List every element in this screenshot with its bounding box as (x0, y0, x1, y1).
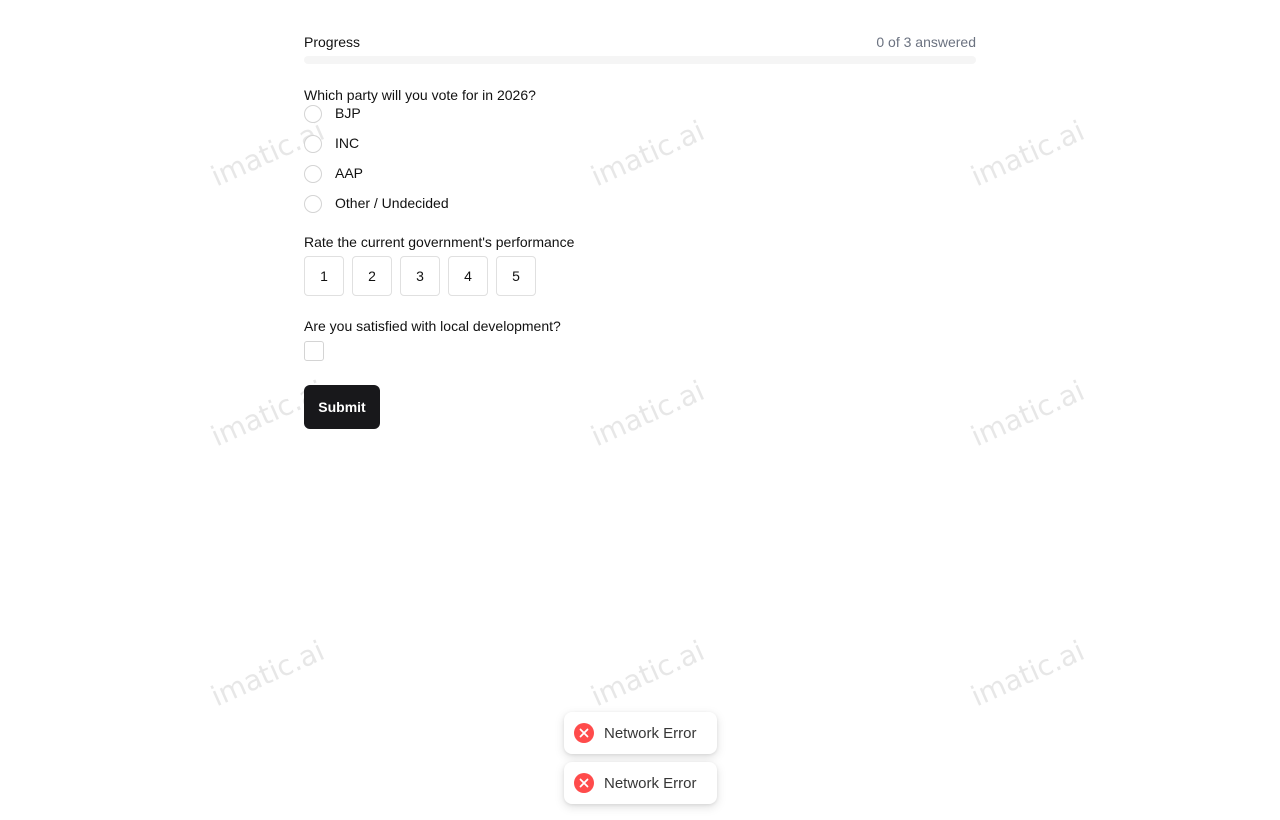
watermark: imatic.ai (206, 634, 330, 714)
radio-button[interactable] (304, 135, 322, 153)
survey-page: imatic.ai imatic.ai imatic.ai imatic.ai … (0, 0, 1280, 820)
option-label: Other / Undecided (335, 195, 449, 211)
watermark: imatic.ai (586, 634, 710, 714)
progress-bar (304, 56, 976, 64)
watermark: imatic.ai (966, 114, 1090, 194)
survey-form: Progress 0 of 3 answered Which party wil… (304, 28, 976, 429)
party-option-aap[interactable]: AAP (304, 158, 976, 188)
watermark: imatic.ai (966, 634, 1090, 714)
error-toast: Network Error (564, 762, 717, 804)
option-label: BJP (335, 105, 361, 121)
rating-button-1[interactable]: 1 (304, 256, 344, 296)
radio-button[interactable] (304, 105, 322, 123)
watermark: imatic.ai (966, 374, 1090, 454)
party-options: BJP INC AAP Other / Undecided (304, 98, 976, 218)
question-satisfied: Are you satisfied with local development… (304, 318, 561, 334)
question-rating: Rate the current government's performanc… (304, 234, 575, 250)
option-label: INC (335, 135, 360, 151)
rating-button-5[interactable]: 5 (496, 256, 536, 296)
progress-label: Progress (304, 34, 361, 50)
rating-button-4[interactable]: 4 (448, 256, 488, 296)
party-option-inc[interactable]: INC (304, 128, 976, 158)
error-x-icon (574, 773, 594, 793)
radio-button[interactable] (304, 165, 322, 183)
error-toast: Network Error (564, 712, 717, 754)
radio-button[interactable] (304, 195, 322, 213)
toast-message: Network Error (604, 774, 697, 792)
progress-header: Progress 0 of 3 answered (304, 28, 976, 56)
satisfied-checkbox[interactable] (304, 341, 324, 361)
error-x-icon (574, 723, 594, 743)
party-option-other[interactable]: Other / Undecided (304, 188, 976, 218)
submit-button[interactable]: Submit (304, 385, 380, 429)
rating-scale: 1 2 3 4 5 (304, 256, 976, 296)
option-label: AAP (335, 165, 364, 181)
rating-button-3[interactable]: 3 (400, 256, 440, 296)
toast-message: Network Error (604, 724, 697, 742)
rating-button-2[interactable]: 2 (352, 256, 392, 296)
progress-count: 0 of 3 answered (876, 34, 976, 50)
